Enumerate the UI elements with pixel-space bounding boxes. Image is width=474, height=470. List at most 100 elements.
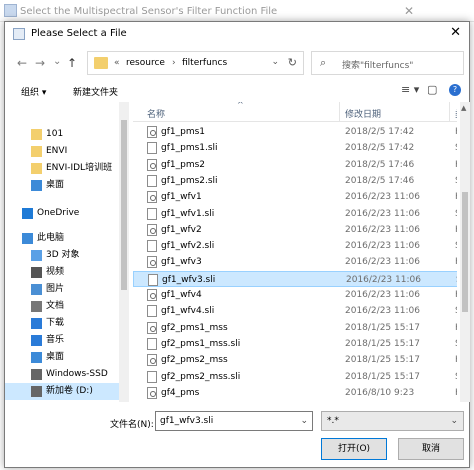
breadcrumb-overflow-icon[interactable]: « xyxy=(114,58,120,68)
file-type: HD xyxy=(455,124,457,140)
folder-icon xyxy=(31,163,42,174)
preview-pane-icon[interactable]: ▢ xyxy=(427,83,437,96)
file-row[interactable]: gf1_pms2.sli 2018/2/5 17:46 SL xyxy=(133,173,457,189)
file-row[interactable]: gf1_wfv1 2016/2/23 11:06 HD xyxy=(133,189,457,205)
file-row[interactable]: gf2_pms1_mss.sli 2018/1/25 15:17 SL xyxy=(133,336,457,352)
file-row[interactable]: gf1_wfv1.sli 2016/2/23 11:06 SL xyxy=(133,206,457,222)
filename-value[interactable]: gf1_wfv3.sli xyxy=(160,416,213,426)
file-date: 2016/2/23 11:06 xyxy=(345,208,420,219)
breadcrumb-filterfuncs[interactable]: filterfuncs xyxy=(182,58,227,68)
document-icon xyxy=(31,301,42,312)
view-options-icon[interactable]: ≡ ▾ xyxy=(401,83,419,96)
column-name[interactable]: 名称 xyxy=(147,107,165,120)
sidebar-item[interactable]: 新加卷 (D:) xyxy=(5,383,120,400)
file-list-scrollbar[interactable]: ▲ xyxy=(460,102,470,402)
sidebar-item[interactable]: 图片 xyxy=(5,281,120,298)
file-date: 2018/1/25 15:17 xyxy=(345,355,420,366)
chevron-down-icon[interactable]: ⌄ xyxy=(300,416,308,426)
sidebar-item-label: 音乐 xyxy=(46,335,65,345)
chevron-down-icon[interactable]: ⌄ xyxy=(450,416,458,426)
sidebar-item[interactable]: ENVI xyxy=(5,143,120,160)
recent-locations-dropdown-icon[interactable]: ⌄ xyxy=(53,56,61,67)
file-date: 2016/2/23 11:06 xyxy=(346,274,421,285)
file-row[interactable]: gf2_pms2_mss.sli 2018/1/25 15:17 SL xyxy=(133,369,457,385)
file-name: gf1_wfv2 xyxy=(161,224,202,235)
filename-combobox[interactable]: gf1_wfv3.sli ⌄ xyxy=(155,411,313,431)
up-arrow-icon[interactable]: ↑ xyxy=(67,56,77,70)
file-list: 名称 ^ 修改日期 类 gf1_pms12018/2/5 17:42HDgf1_… xyxy=(133,102,457,402)
file-row[interactable]: gf4_pms 2016/8/10 9:23 HD xyxy=(133,385,457,401)
file-row[interactable]: gf1_wfv2.sli 2016/2/23 11:06 SL xyxy=(133,238,457,254)
sidebar-item[interactable]: 下载 xyxy=(5,315,120,332)
sidebar-item[interactable]: 文档 xyxy=(5,298,120,315)
sidebar-item-label: OneDrive xyxy=(37,208,80,218)
search-placeholder: 搜索"filterfuncs" xyxy=(342,61,414,71)
scroll-up-icon[interactable]: ▲ xyxy=(461,104,466,112)
open-button[interactable]: 打开(O) xyxy=(321,438,387,460)
sidebar-item[interactable]: 101 xyxy=(5,126,120,143)
file-date: 2016/2/23 11:06 xyxy=(345,224,420,235)
file-row[interactable]: gf1_pms1 2018/2/5 17:42 HD xyxy=(133,124,457,140)
file-row[interactable]: gf1_wfv4 2016/2/23 11:06 HD xyxy=(133,287,457,303)
sidebar-item[interactable]: Windows-SSD xyxy=(5,366,120,383)
help-icon[interactable]: ? xyxy=(449,84,461,96)
sidebar-item[interactable]: 桌面 xyxy=(5,177,120,194)
file-row[interactable]: gf1_pms1.sli 2018/2/5 17:42 SL xyxy=(133,140,457,156)
sidebar-item-label: 视频 xyxy=(46,267,65,277)
sidebar-item[interactable]: 音乐 xyxy=(5,332,120,349)
download-icon xyxy=(31,318,42,329)
file-name: gf1_wfv1.sli xyxy=(161,208,215,219)
file-row[interactable]: gf1_wfv2 2016/2/23 11:06 HD xyxy=(133,222,457,238)
column-date[interactable]: 修改日期 xyxy=(345,107,381,120)
navigation-pane-scrollbar[interactable] xyxy=(119,102,129,402)
column-type[interactable]: 类 xyxy=(455,107,457,120)
sidebar-item[interactable]: 视频 xyxy=(5,264,120,281)
sidebar-item[interactable]: OneDrive xyxy=(5,205,120,222)
drive-icon xyxy=(31,369,42,380)
close-icon[interactable]: ✕ xyxy=(450,25,461,40)
computer-icon xyxy=(22,233,33,244)
cancel-button[interactable]: 取消 xyxy=(398,438,464,460)
new-folder-button[interactable]: 新建文件夹 xyxy=(73,85,118,98)
file-name: gf1_pms1.sli xyxy=(161,143,218,154)
file-date: 2016/2/23 11:06 xyxy=(345,257,420,268)
file-name: gf1_pms2.sli xyxy=(161,175,218,186)
file-type: SL xyxy=(455,173,457,189)
scrollbar-thumb[interactable] xyxy=(462,192,468,312)
file-type: HD xyxy=(455,352,457,368)
sidebar-item[interactable]: 桌面 xyxy=(5,349,120,366)
sidebar-item-label: ENVI xyxy=(46,146,68,156)
back-arrow-icon[interactable]: ← xyxy=(17,56,27,70)
refresh-icon[interactable]: ↻ xyxy=(288,56,297,69)
address-bar[interactable]: « resource › filterfuncs ⌄ ↻ xyxy=(87,51,304,75)
file-name: gf1_pms2 xyxy=(161,159,206,170)
file-row[interactable]: gf1_wfv4.sli 2016/2/23 11:06 SL xyxy=(133,303,457,319)
file-row[interactable]: gf2_pms1_mss 2018/1/25 15:17 HD xyxy=(133,320,457,336)
address-dropdown-icon[interactable]: ⌄ xyxy=(271,57,279,67)
forward-arrow-icon[interactable]: → xyxy=(35,56,45,70)
scrollbar-thumb[interactable] xyxy=(121,120,127,290)
file-type: SL xyxy=(455,206,457,222)
gear-file-icon xyxy=(147,321,157,334)
text-file-icon xyxy=(147,240,157,253)
file-type: HD xyxy=(455,254,457,270)
file-type-filter[interactable]: *.* ⌄ xyxy=(321,411,464,431)
file-row[interactable]: gf1_pms2 2018/2/5 17:46 HD xyxy=(133,157,457,173)
sidebar-item[interactable]: 3D 对象 xyxy=(5,247,120,264)
gear-file-icon xyxy=(147,158,157,171)
gear-file-icon xyxy=(147,289,157,301)
sidebar-item-label: Windows-SSD xyxy=(46,369,108,379)
breadcrumb-resource[interactable]: resource xyxy=(126,58,165,68)
sidebar-item[interactable]: 此电脑 xyxy=(5,230,120,247)
search-box[interactable]: ⌕ 搜索"filterfuncs" xyxy=(311,51,464,75)
background-close-icon[interactable]: ✕ xyxy=(404,0,474,22)
file-name: gf2_pms2_mss xyxy=(161,355,228,366)
organize-button[interactable]: 组织 ▾ xyxy=(21,85,46,98)
file-row[interactable]: gf1_wfv3.sli 2016/2/23 11:06 SL xyxy=(133,270,457,287)
picture-icon xyxy=(31,284,42,295)
file-row[interactable]: gf1_wfv3 2016/2/23 11:06 HD xyxy=(133,254,457,270)
file-type: HD xyxy=(455,157,457,173)
file-row[interactable]: gf2_pms2_mss 2018/1/25 15:17 HD xyxy=(133,352,457,368)
sidebar-item[interactable]: ENVI-IDL培训班 xyxy=(5,160,120,177)
cube-icon xyxy=(31,250,42,261)
